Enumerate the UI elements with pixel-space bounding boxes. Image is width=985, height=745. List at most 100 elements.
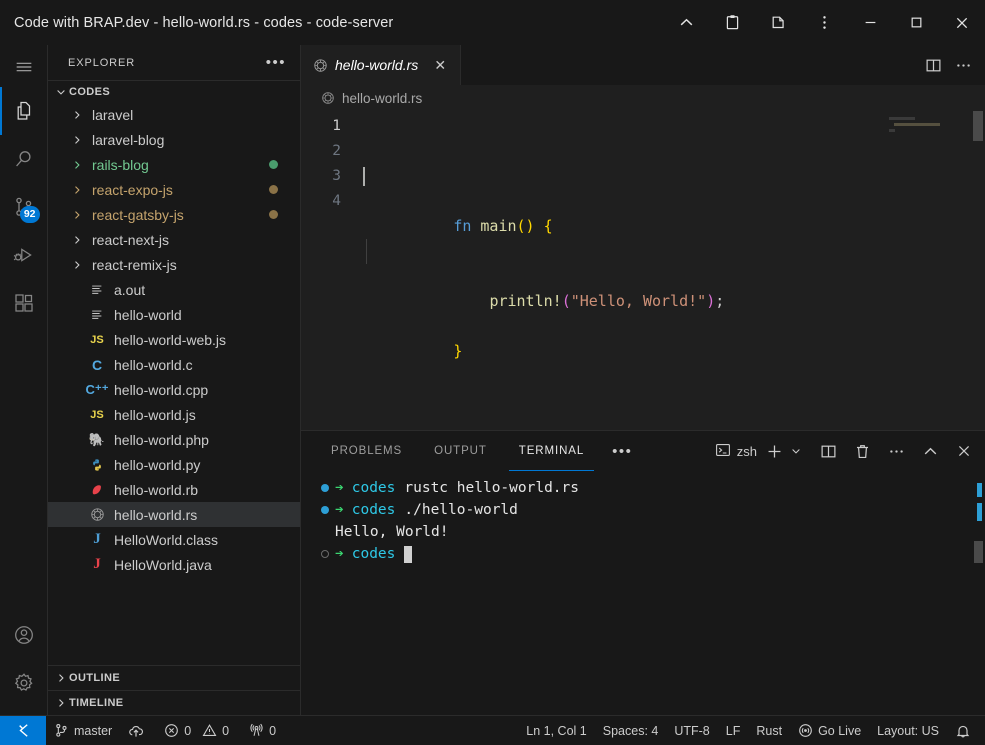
maximize-button[interactable] — [893, 0, 939, 45]
editor-scrollbar-thumb[interactable] — [973, 111, 983, 141]
split-terminal-button[interactable] — [815, 437, 841, 465]
minimap[interactable] — [887, 111, 971, 430]
gear-icon[interactable] — [0, 659, 48, 707]
rust-file-icon — [86, 507, 108, 522]
java-file-icon: J — [86, 556, 108, 573]
tree-file-helloworld-java[interactable]: J HelloWorld.java — [48, 552, 300, 577]
tree-file-helloworld-class[interactable]: J HelloWorld.class — [48, 527, 300, 552]
sidebar-item-source-control[interactable]: 92 — [0, 183, 48, 231]
terminal-cursor — [404, 546, 412, 563]
editor-scrollbar[interactable] — [971, 111, 985, 430]
status-notifications[interactable] — [947, 716, 985, 745]
new-terminal-button[interactable] — [761, 437, 787, 465]
panel-more-tabs-button[interactable]: ••• — [606, 431, 638, 471]
tree-folder-react-remix-js[interactable]: react-remix-js — [48, 252, 300, 277]
command-decoration-pending-icon[interactable] — [321, 550, 335, 558]
breadcrumb[interactable]: hello-world.rs — [301, 85, 985, 111]
sidebar-more-actions-button[interactable]: ••• — [266, 54, 292, 71]
close-button[interactable] — [939, 0, 985, 45]
sidebar-item-extensions[interactable] — [0, 279, 48, 327]
tree-file-hello-world[interactable]: hello-world — [48, 302, 300, 327]
tree-folder-rails-blog[interactable]: rails-blog — [48, 152, 300, 177]
status-keyboard-layout[interactable]: Layout: US — [869, 716, 947, 745]
cpp-file-icon: C⁺⁺ — [86, 382, 108, 398]
timeline-section-header[interactable]: TIMELINE — [48, 690, 300, 715]
terminal-scrollbar[interactable] — [971, 471, 985, 715]
panel-actions: zsh — [715, 431, 985, 471]
status-problems[interactable]: 0 0 — [152, 716, 237, 745]
status-encoding[interactable]: UTF-8 — [666, 716, 717, 745]
tree-file-hello-world-php[interactable]: 🐘 hello-world.php — [48, 427, 300, 452]
code-token: fn — [453, 217, 471, 235]
tree-folder-react-gatsby-js[interactable]: react-gatsby-js — [48, 202, 300, 227]
minimize-button[interactable] — [847, 0, 893, 45]
status-cursor-position[interactable]: Ln 1, Col 1 — [518, 716, 594, 745]
extension-icon[interactable] — [755, 0, 801, 45]
clipboard-icon[interactable] — [709, 0, 755, 45]
tree-file-hello-world-js[interactable]: JS hello-world.js — [48, 402, 300, 427]
go-live-label: Go Live — [818, 724, 861, 738]
tree-file-hello-world-rs[interactable]: hello-world.rs — [48, 502, 300, 527]
remote-host-indicator[interactable] — [0, 716, 46, 745]
tab-output[interactable]: OUTPUT — [424, 431, 497, 471]
code-token: () — [517, 217, 535, 235]
outline-section-header[interactable]: OUTLINE — [48, 665, 300, 690]
menu-icon[interactable] — [0, 47, 48, 87]
status-language-mode[interactable]: Rust — [748, 716, 790, 745]
sidebar-item-explorer[interactable] — [0, 87, 48, 135]
tree-file-a-out[interactable]: a.out — [48, 277, 300, 302]
code-token: ) — [706, 292, 715, 310]
tree-file-hello-world-c[interactable]: C hello-world.c — [48, 352, 300, 377]
sidebar-header: EXPLORER ••• — [48, 45, 300, 80]
command-decoration-success-icon[interactable] — [321, 484, 335, 492]
chevron-up-icon[interactable] — [663, 0, 709, 45]
code-text[interactable]: fn main() { println!("Hello, World!"); } — [363, 111, 887, 430]
status-git-branch[interactable]: master — [46, 716, 120, 745]
status-sync-changes[interactable] — [120, 716, 152, 745]
javascript-file-icon: JS — [86, 334, 108, 346]
sidebar-item-search[interactable] — [0, 135, 48, 183]
close-icon[interactable]: ✕ — [430, 55, 450, 75]
terminal-shell-indicator[interactable]: zsh — [715, 442, 761, 461]
terminal-profile-chevron-icon[interactable] — [787, 437, 805, 465]
code-token: main — [480, 217, 516, 235]
close-panel-button[interactable] — [951, 437, 977, 465]
command-decoration-success-icon[interactable] — [321, 506, 335, 514]
tree-item-label: HelloWorld.class — [108, 532, 218, 548]
terminal-scrollbar-thumb[interactable] — [974, 541, 983, 563]
split-editor-button[interactable] — [919, 51, 947, 79]
code-token — [453, 292, 489, 310]
tab-terminal[interactable]: TERMINAL — [509, 431, 594, 471]
status-eol[interactable]: LF — [718, 716, 749, 745]
line-number: 2 — [301, 139, 363, 164]
tree-folder-react-next-js[interactable]: react-next-js — [48, 227, 300, 252]
tree-folder-react-expo-js[interactable]: react-expo-js — [48, 177, 300, 202]
tree-file-hello-world-py[interactable]: hello-world.py — [48, 452, 300, 477]
tree-folder-laravel[interactable]: laravel — [48, 102, 300, 127]
editor-more-actions-button[interactable] — [949, 51, 977, 79]
status-go-live[interactable]: Go Live — [790, 716, 869, 745]
maximize-panel-button[interactable] — [917, 437, 943, 465]
chevron-right-icon — [53, 672, 69, 684]
kill-terminal-button[interactable] — [849, 437, 875, 465]
sidebar-title: EXPLORER — [68, 57, 135, 69]
source-control-badge: 92 — [20, 206, 40, 223]
tab-problems[interactable]: PROBLEMS — [321, 431, 412, 471]
tree-file-hello-world-rb[interactable]: hello-world.rb — [48, 477, 300, 502]
tree-folder-laravel-blog[interactable]: laravel-blog — [48, 127, 300, 152]
terminal-more-actions-button[interactable] — [883, 437, 909, 465]
sidebar-item-run-debug[interactable] — [0, 231, 48, 279]
prompt-directory: codes — [352, 543, 396, 565]
more-vertical-icon[interactable] — [801, 0, 847, 45]
tree-file-hello-world-web-js[interactable]: JS hello-world-web.js — [48, 327, 300, 352]
terminal-output[interactable]: ➔ codes rustc hello-world.rs ➔ codes ./h… — [301, 471, 985, 715]
tab-hello-world-rs[interactable]: hello-world.rs ✕ — [301, 45, 461, 85]
folder-section-header[interactable]: CODES — [48, 80, 300, 102]
terminal-line-3: Hello, World! — [321, 521, 985, 543]
code-line-3: } — [363, 314, 887, 339]
status-ports[interactable]: 0 — [237, 716, 284, 745]
rust-file-icon — [313, 58, 328, 73]
tree-file-hello-world-cpp[interactable]: C⁺⁺ hello-world.cpp — [48, 377, 300, 402]
status-indentation[interactable]: Spaces: 4 — [595, 716, 667, 745]
account-icon[interactable] — [0, 611, 48, 659]
